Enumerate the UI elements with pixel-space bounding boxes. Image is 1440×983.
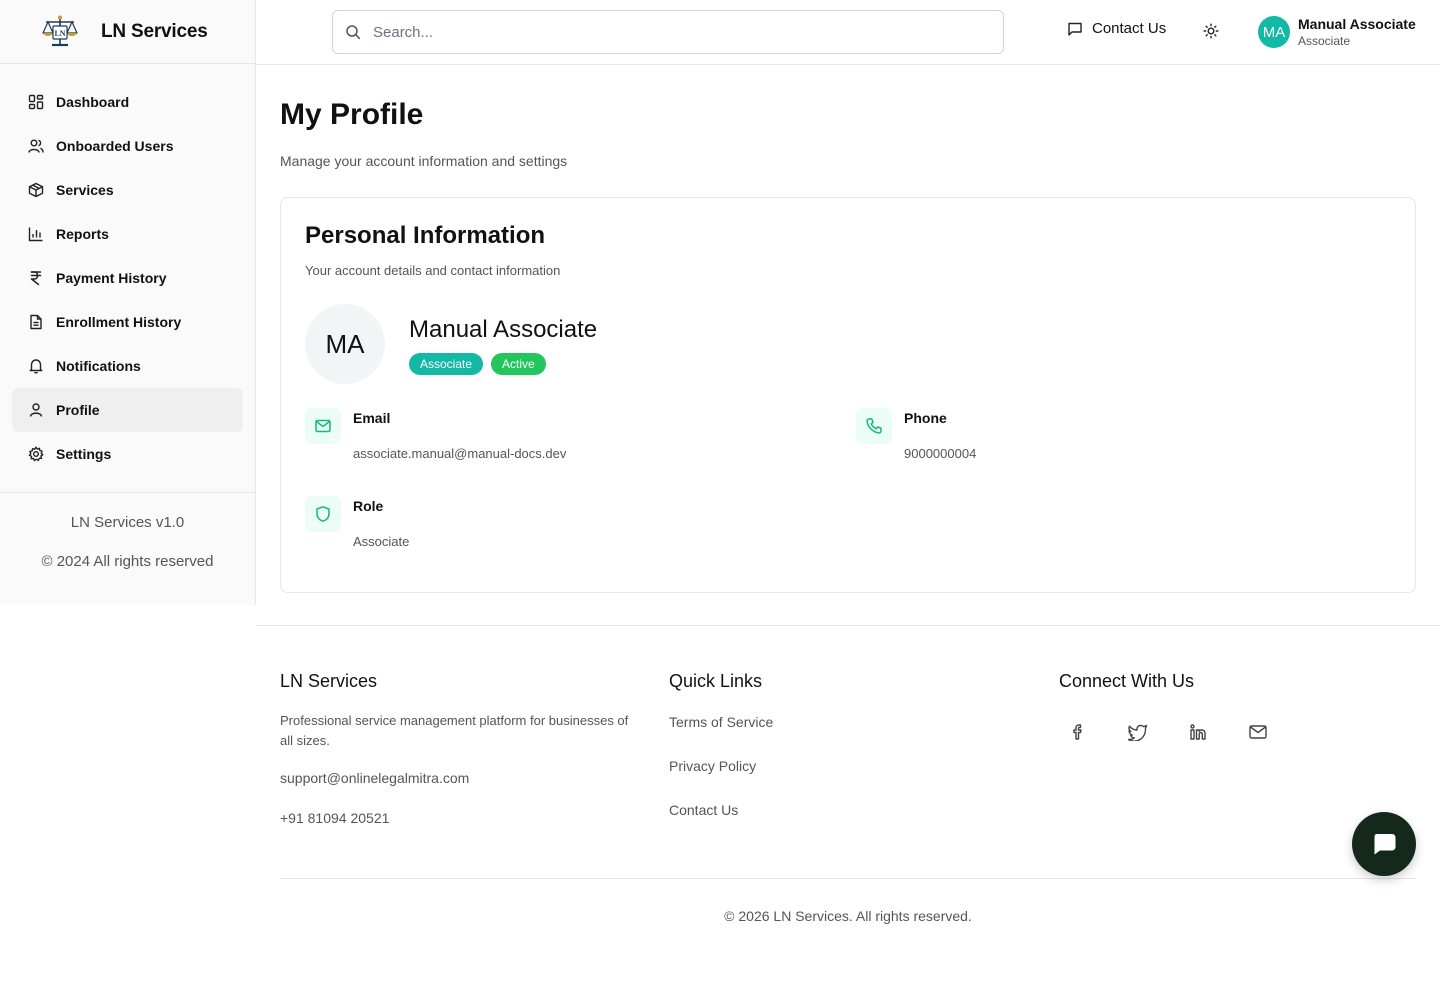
sidebar-item-label: Payment History bbox=[56, 270, 167, 286]
mail-icon bbox=[305, 408, 341, 444]
sun-icon bbox=[1203, 23, 1219, 41]
phone-value: 9000000004 bbox=[904, 446, 977, 461]
user-menu[interactable]: MA Manual Associate Associate bbox=[1258, 16, 1416, 48]
footer-about-description: Professional service management platform… bbox=[280, 713, 629, 748]
package-icon bbox=[28, 182, 44, 198]
shield-icon bbox=[305, 496, 341, 532]
email-label: Email bbox=[353, 410, 391, 426]
sidebar-item-profile[interactable]: Profile bbox=[12, 388, 243, 432]
footer-link-contact[interactable]: Contact Us bbox=[669, 802, 738, 818]
role-value: Associate bbox=[353, 534, 410, 549]
message-square-icon bbox=[1067, 21, 1083, 37]
sidebar-item-notifications[interactable]: Notifications bbox=[12, 344, 243, 388]
sidebar-item-onboarded-users[interactable]: Onboarded Users bbox=[12, 124, 243, 168]
brand-name: LN Services bbox=[101, 20, 208, 42]
user-icon bbox=[28, 402, 44, 418]
profile-name: Manual Associate bbox=[409, 316, 598, 343]
avatar: MA bbox=[1258, 16, 1290, 48]
status-badge: Active bbox=[491, 353, 546, 375]
brand[interactable]: LN LN Services bbox=[0, 0, 255, 64]
user-role: Associate bbox=[1298, 34, 1351, 48]
sidebar-item-reports[interactable]: Reports bbox=[12, 212, 243, 256]
twitter-icon[interactable] bbox=[1128, 722, 1148, 742]
sidebar-item-enrollment-history[interactable]: Enrollment History bbox=[12, 300, 243, 344]
top-header: Contact Us MA Manual Associate Associate bbox=[256, 0, 1440, 65]
logo-text: LN bbox=[54, 29, 65, 38]
sidebar-item-settings[interactable]: Settings bbox=[12, 432, 243, 476]
personal-information-card: Personal Information Your account detail… bbox=[280, 197, 1416, 593]
footer-support-email[interactable]: support@onlinelegalmitra.com bbox=[280, 770, 469, 786]
footer-link-privacy[interactable]: Privacy Policy bbox=[669, 758, 756, 774]
phone-icon bbox=[856, 408, 892, 444]
footer-support-phone[interactable]: +91 81094 20521 bbox=[280, 810, 389, 826]
email-field: Email associate.manual@manual-docs.dev bbox=[305, 408, 566, 461]
phone-label: Phone bbox=[904, 410, 947, 426]
app-version: LN Services v1.0 bbox=[70, 514, 185, 531]
sidebar-item-label: Onboarded Users bbox=[56, 138, 174, 154]
contact-us-button[interactable]: Contact Us bbox=[1067, 20, 1166, 37]
sidebar-item-label: Reports bbox=[56, 226, 109, 242]
sidebar-item-label: Settings bbox=[56, 446, 112, 462]
site-footer: LN Services Professional service managem… bbox=[256, 625, 1440, 983]
role-badge: Associate bbox=[409, 353, 484, 375]
sidebar-footer: LN Services v1.0 © 2024 All rights reser… bbox=[0, 492, 255, 570]
social-links bbox=[1068, 722, 1268, 742]
footer-copyright: © 2026 LN Services. All rights reserved. bbox=[724, 908, 972, 924]
sidebar-item-dashboard[interactable]: Dashboard bbox=[12, 80, 243, 124]
users-icon bbox=[28, 138, 44, 154]
file-text-icon bbox=[28, 314, 44, 330]
footer-quick-links-title: Quick Links bbox=[669, 671, 763, 691]
sidebar-item-label: Dashboard bbox=[56, 94, 130, 110]
theme-toggle-button[interactable] bbox=[1203, 23, 1221, 41]
footer-connect-title: Connect With Us bbox=[1059, 671, 1195, 691]
page-title: My Profile bbox=[280, 98, 424, 131]
role-label: Role bbox=[353, 498, 384, 514]
scales-of-justice-logo-icon: LN bbox=[40, 14, 80, 50]
sidebar-item-payment-history[interactable]: Payment History bbox=[12, 256, 243, 300]
contact-us-label: Contact Us bbox=[1092, 20, 1167, 37]
sidebar-copyright: © 2024 All rights reserved bbox=[41, 553, 214, 570]
sidebar-item-label: Enrollment History bbox=[56, 314, 182, 330]
search-icon bbox=[345, 24, 361, 40]
page-subtitle: Manage your account information and sett… bbox=[280, 153, 568, 169]
gear-icon bbox=[28, 446, 44, 462]
sidebar-item-label: Notifications bbox=[56, 358, 141, 374]
profile-badges: Associate Active bbox=[409, 353, 546, 375]
search-box[interactable] bbox=[332, 10, 1004, 54]
sidebar-nav: Dashboard Onboarded Users Services Repor… bbox=[0, 64, 255, 476]
bar-chart-icon bbox=[28, 226, 44, 242]
footer-link-terms[interactable]: Terms of Service bbox=[669, 714, 773, 730]
chat-button[interactable] bbox=[1352, 812, 1416, 876]
sidebar-item-services[interactable]: Services bbox=[12, 168, 243, 212]
mail-icon[interactable] bbox=[1248, 722, 1268, 742]
phone-field: Phone 9000000004 bbox=[856, 408, 976, 461]
user-name: Manual Associate bbox=[1298, 16, 1416, 32]
role-field: Role Associate bbox=[305, 496, 409, 549]
email-value: associate.manual@manual-docs.dev bbox=[353, 446, 567, 461]
chat-bubble-icon bbox=[1370, 830, 1398, 858]
grid-icon bbox=[28, 94, 44, 110]
bell-icon bbox=[28, 358, 44, 374]
footer-divider bbox=[280, 878, 1416, 879]
card-subtitle: Your account details and contact informa… bbox=[305, 263, 561, 278]
card-title: Personal Information bbox=[305, 222, 546, 249]
search-input[interactable] bbox=[373, 23, 973, 41]
sidebar-item-label: Profile bbox=[56, 402, 100, 418]
facebook-icon[interactable] bbox=[1068, 722, 1088, 742]
rupee-icon bbox=[28, 270, 44, 286]
footer-about-title: LN Services bbox=[280, 671, 378, 691]
profile-avatar: MA bbox=[305, 304, 385, 384]
sidebar: LN LN Services Dashboard Onboarded Users… bbox=[0, 0, 256, 605]
user-meta: Manual Associate Associate bbox=[1298, 16, 1416, 48]
linkedin-icon[interactable] bbox=[1188, 722, 1208, 742]
sidebar-item-label: Services bbox=[56, 182, 114, 198]
